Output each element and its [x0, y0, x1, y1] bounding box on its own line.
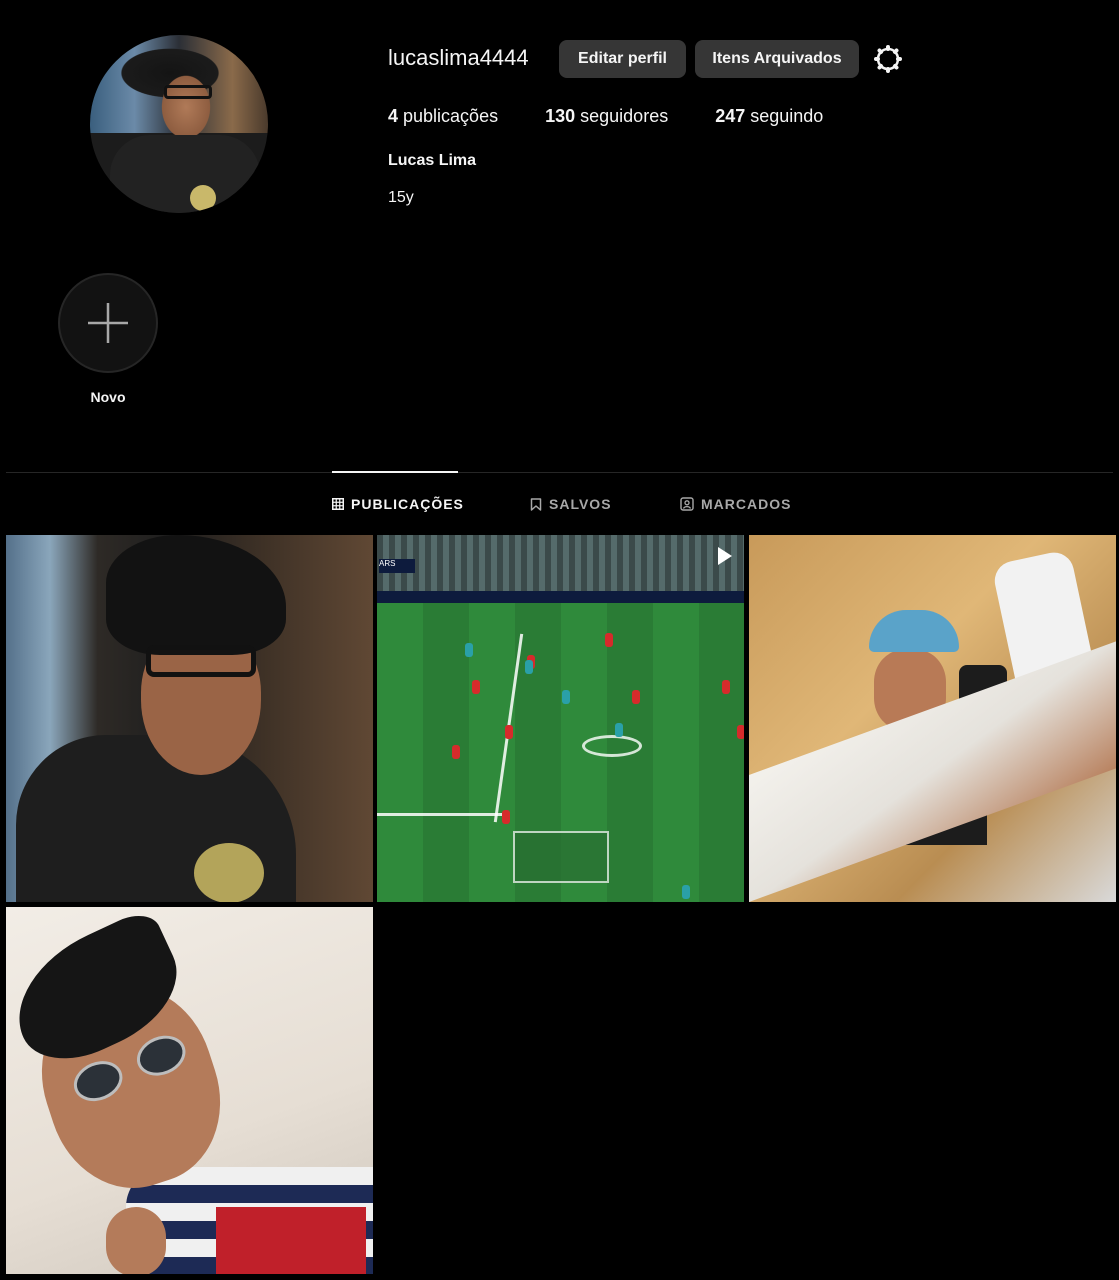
tab-saved[interactable]: SALVOS [530, 496, 612, 512]
player-red [452, 745, 460, 759]
bookmark-icon [530, 497, 542, 511]
avatar-glasses [164, 85, 212, 99]
person-hair [106, 535, 286, 655]
shirt-emblem [194, 843, 264, 902]
post-thumbnail-1[interactable] [6, 535, 373, 902]
followers-count: 130 [545, 106, 576, 126]
player-red [737, 725, 744, 739]
player-red [472, 680, 480, 694]
player-red [722, 680, 730, 694]
posts-count-stat: 4 publicações [388, 106, 498, 127]
posts-count: 4 [388, 106, 399, 126]
settings-gear-icon[interactable] [873, 44, 903, 74]
ad-board [377, 591, 744, 603]
player-blue [682, 885, 690, 899]
profile-bio: 15y [388, 189, 414, 206]
archived-items-button[interactable]: Itens Arquivados [695, 40, 859, 78]
tab-tagged[interactable]: MARCADOS [680, 496, 791, 512]
shirt-red-panel [216, 1207, 366, 1274]
tag-user-icon [680, 497, 694, 511]
plus-icon [88, 303, 128, 343]
person-glasses [146, 645, 256, 677]
player-blue [465, 643, 473, 657]
pitch-line [377, 813, 509, 816]
tab-saved-label: SALVOS [549, 496, 612, 512]
followers-stat[interactable]: 130 seguidores [545, 106, 668, 127]
player-blue [562, 690, 570, 704]
stadium-crowd [377, 535, 744, 597]
player-marker [582, 735, 642, 757]
profile-username: lucaslima4444 [388, 45, 529, 70]
new-highlight-button[interactable] [58, 273, 158, 373]
post-thumbnail-3[interactable] [749, 535, 1116, 902]
followers-label: seguidores [575, 106, 669, 126]
tab-publications-label: PUBLICAÇÕES [351, 496, 464, 512]
new-highlight-label: Novo [90, 389, 126, 405]
active-tab-indicator [332, 471, 458, 473]
following-stat[interactable]: 247 seguindo [715, 106, 823, 127]
player-red [502, 810, 510, 824]
player-red [632, 690, 640, 704]
posts-label: publicações [398, 106, 499, 126]
person-hand [106, 1207, 166, 1274]
tab-publications[interactable]: PUBLICAÇÕES [332, 496, 464, 512]
grid-icon [332, 498, 344, 510]
profile-avatar[interactable] [90, 35, 268, 213]
player-red [505, 725, 513, 739]
video-play-icon [718, 547, 732, 565]
profile-full-name: Lucas Lima [388, 152, 477, 169]
profile-stats: 4 publicações 130 seguidores 247 seguind… [388, 106, 870, 127]
following-label: seguindo [745, 106, 824, 126]
tabs-divider [6, 472, 1113, 473]
edit-profile-button[interactable]: Editar perfil [559, 40, 686, 78]
player-blue [525, 660, 533, 674]
avatar-shirt [110, 135, 260, 213]
player-red [605, 633, 613, 647]
post-thumbnail-2[interactable]: ARS [377, 535, 744, 902]
person-cap [869, 610, 959, 652]
tab-tagged-label: MARCADOS [701, 496, 792, 512]
post-thumbnail-4[interactable] [6, 907, 373, 1274]
score-overlay: ARS [379, 559, 415, 573]
game-minimap [513, 831, 609, 883]
following-count: 247 [715, 106, 746, 126]
player-blue [615, 723, 623, 737]
avatar-shirt-logo [190, 185, 216, 211]
